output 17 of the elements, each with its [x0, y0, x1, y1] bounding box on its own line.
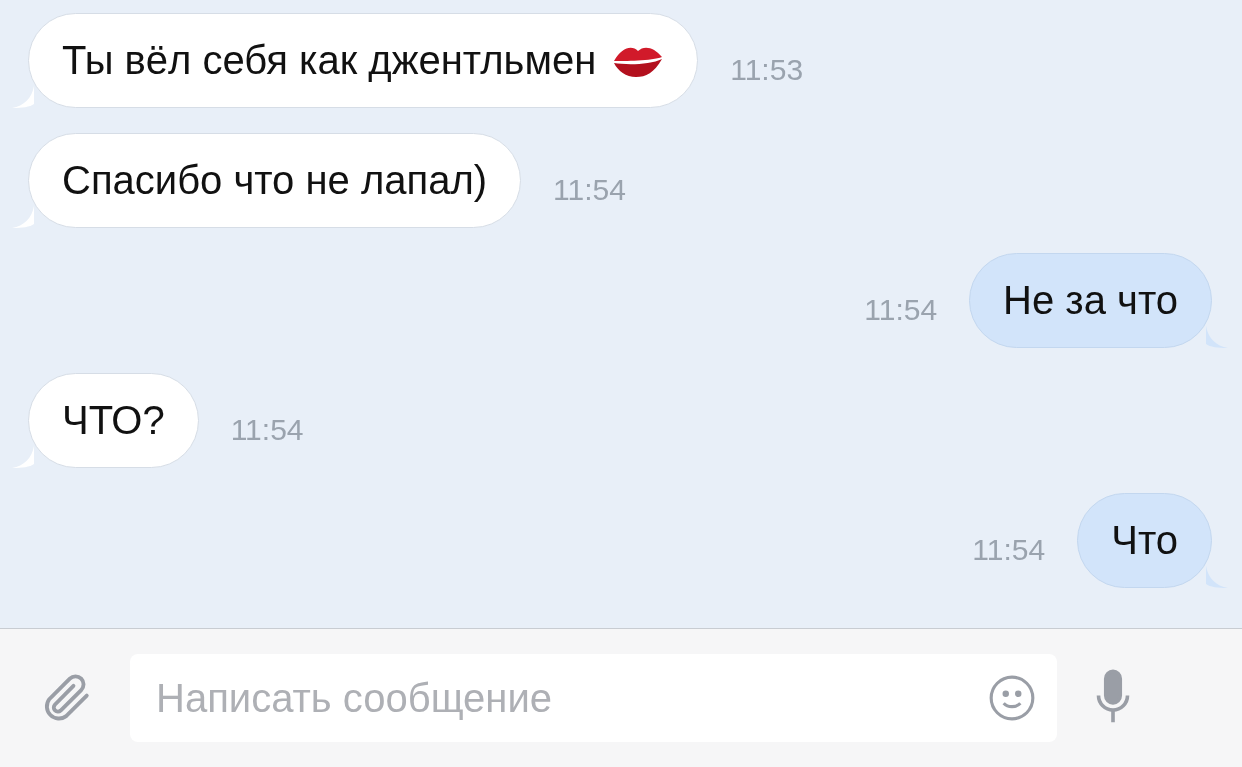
message-text: Не за что	[1003, 278, 1178, 323]
bubble-tail	[12, 86, 34, 108]
bubble-tail	[1206, 566, 1228, 588]
bubble-tail	[12, 206, 34, 228]
message-text: Ты вёл себя как джентльмен	[62, 38, 597, 83]
message-time: 11:53	[730, 52, 804, 87]
message-time: 11:54	[553, 172, 626, 207]
bubble-tail	[12, 446, 34, 468]
message-text: ЧТО?	[62, 398, 165, 443]
message-field[interactable]: Написать сообщение	[130, 654, 1057, 742]
smiley-icon[interactable]	[987, 673, 1037, 723]
message-time: 11:54	[972, 532, 1046, 567]
bubble-tail	[1206, 326, 1228, 348]
message-text: Что	[1111, 518, 1178, 563]
message-time: 11:54	[230, 412, 304, 447]
message-time: 11:54	[864, 292, 938, 327]
message-text: Спасибо что не лапал)	[62, 158, 488, 203]
